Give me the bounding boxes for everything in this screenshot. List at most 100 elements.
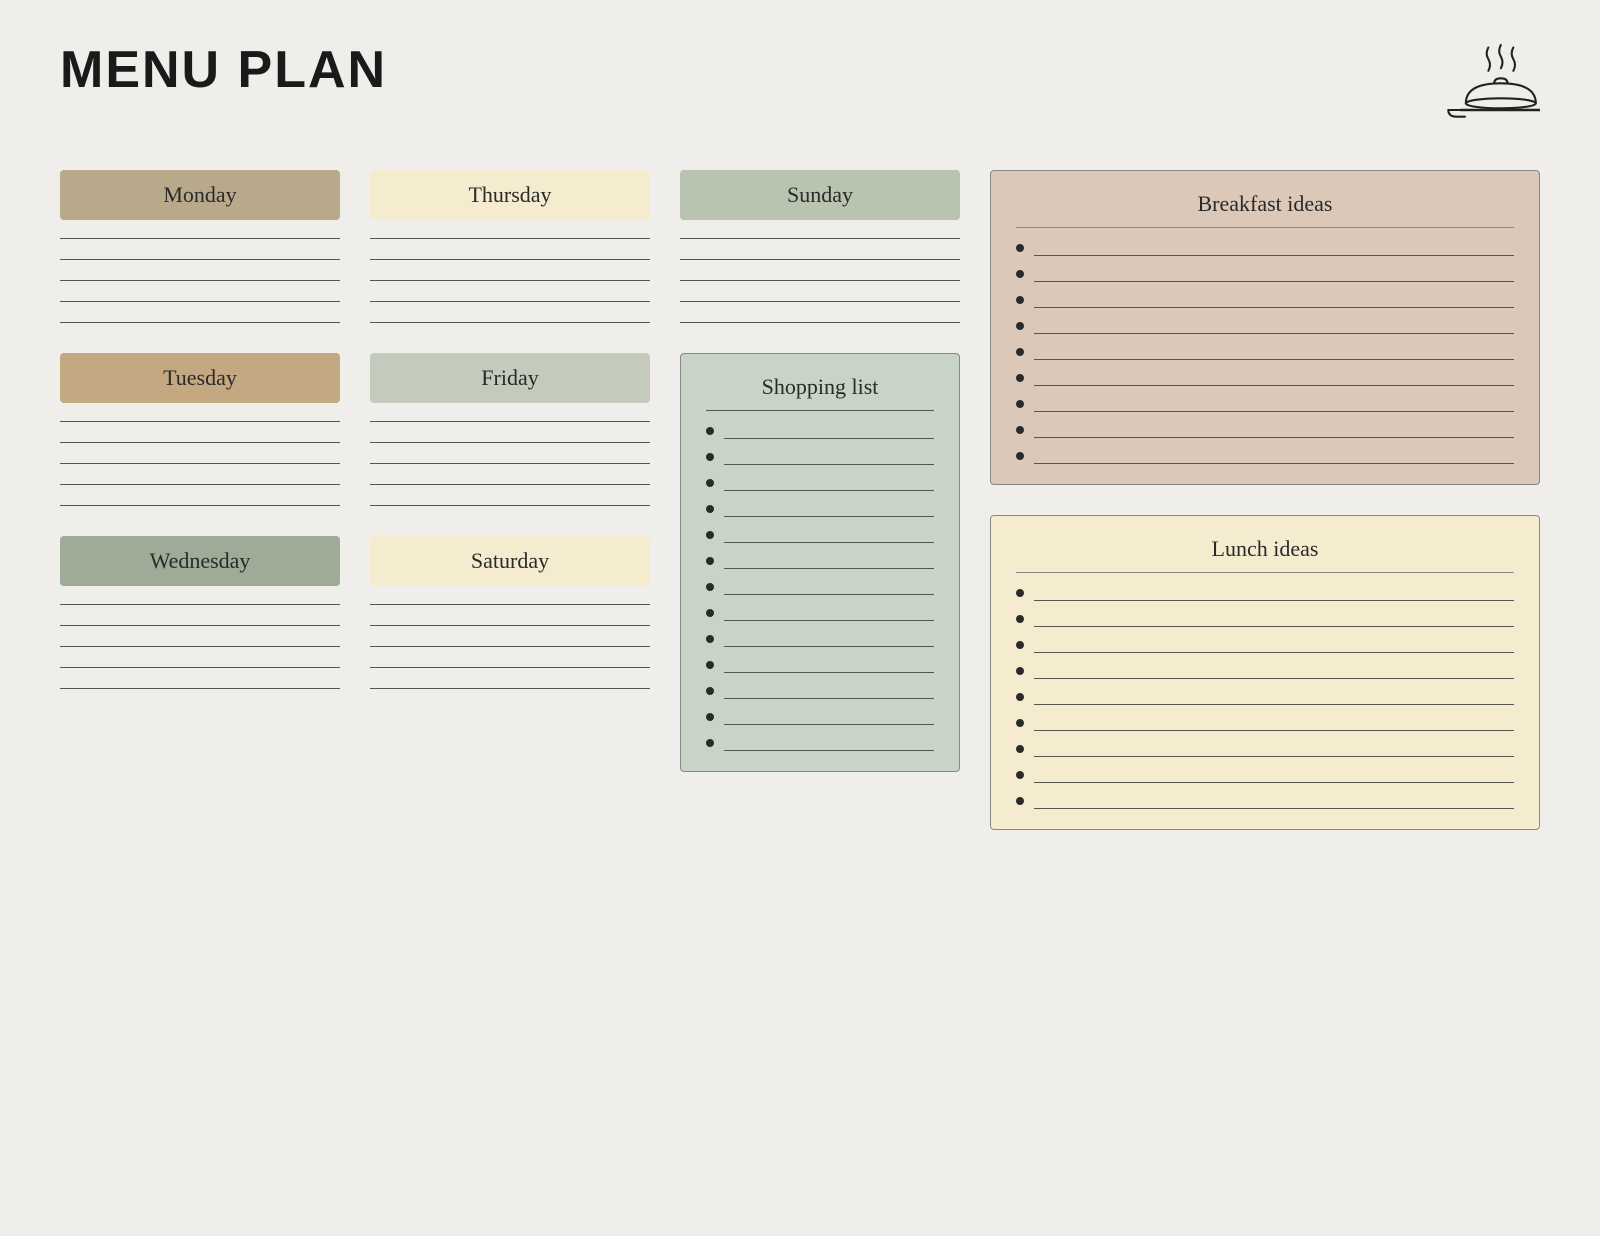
bullet-line bbox=[1034, 385, 1514, 386]
bullet-dot bbox=[706, 453, 714, 461]
bullet-line bbox=[724, 724, 934, 725]
bullet-dot bbox=[706, 479, 714, 487]
bullet-dot bbox=[1016, 641, 1024, 649]
day-line bbox=[60, 280, 340, 281]
tuesday-label: Tuesday bbox=[60, 353, 340, 403]
list-item bbox=[1016, 667, 1514, 679]
sunday-section: Sunday bbox=[680, 170, 960, 323]
list-item bbox=[1016, 797, 1514, 809]
lunch-list bbox=[1016, 589, 1514, 809]
bullet-dot bbox=[1016, 797, 1024, 805]
bullet-dot bbox=[1016, 452, 1024, 460]
bullet-dot bbox=[706, 713, 714, 721]
day-line bbox=[680, 238, 960, 239]
bullet-line bbox=[724, 438, 934, 439]
day-line bbox=[60, 463, 340, 464]
bullet-line bbox=[1034, 730, 1514, 731]
bullet-line bbox=[1034, 281, 1514, 282]
list-item bbox=[1016, 244, 1514, 256]
bullet-line bbox=[724, 568, 934, 569]
bullet-dot bbox=[706, 739, 714, 747]
bullet-dot bbox=[1016, 615, 1024, 623]
bullet-dot bbox=[1016, 745, 1024, 753]
list-item bbox=[706, 505, 934, 517]
day-line bbox=[370, 259, 650, 260]
bullet-line bbox=[724, 542, 934, 543]
bullet-dot bbox=[706, 609, 714, 617]
bullet-line bbox=[1034, 756, 1514, 757]
wednesday-lines bbox=[60, 604, 340, 689]
list-item bbox=[706, 453, 934, 465]
bullet-dot bbox=[1016, 771, 1024, 779]
bullet-line bbox=[1034, 626, 1514, 627]
bullet-line bbox=[1034, 359, 1514, 360]
day-line bbox=[370, 421, 650, 422]
bullet-dot bbox=[1016, 400, 1024, 408]
bullet-line bbox=[724, 698, 934, 699]
bullet-dot bbox=[1016, 244, 1024, 252]
day-line bbox=[370, 667, 650, 668]
lunch-ideas-box: Lunch ideas bbox=[990, 515, 1540, 830]
sunday-label: Sunday bbox=[680, 170, 960, 220]
list-item bbox=[1016, 589, 1514, 601]
list-item bbox=[1016, 745, 1514, 757]
bullet-dot bbox=[706, 635, 714, 643]
list-item bbox=[706, 687, 934, 699]
day-line bbox=[370, 442, 650, 443]
bullet-dot bbox=[1016, 374, 1024, 382]
bullet-line bbox=[1034, 782, 1514, 783]
bullet-line bbox=[1034, 411, 1514, 412]
day-line bbox=[370, 505, 650, 506]
tuesday-section: Tuesday bbox=[60, 353, 340, 506]
friday-section: Friday bbox=[370, 353, 650, 506]
monday-lines bbox=[60, 238, 340, 323]
list-item bbox=[1016, 771, 1514, 783]
list-item bbox=[1016, 400, 1514, 412]
list-item bbox=[706, 427, 934, 439]
list-item bbox=[1016, 452, 1514, 464]
bullet-dot bbox=[1016, 348, 1024, 356]
list-item bbox=[1016, 693, 1514, 705]
list-item bbox=[1016, 719, 1514, 731]
column-2: Thursday Friday Saturday bbox=[370, 170, 650, 719]
day-line bbox=[370, 238, 650, 239]
bullet-dot bbox=[706, 661, 714, 669]
bullet-line bbox=[1034, 678, 1514, 679]
bullet-line bbox=[1034, 652, 1514, 653]
day-line bbox=[370, 280, 650, 281]
bullet-dot bbox=[706, 505, 714, 513]
saturday-label: Saturday bbox=[370, 536, 650, 586]
bullet-dot bbox=[1016, 426, 1024, 434]
day-line bbox=[60, 301, 340, 302]
list-item bbox=[706, 609, 934, 621]
bullet-line bbox=[1034, 307, 1514, 308]
day-line bbox=[370, 463, 650, 464]
bullet-line bbox=[1034, 437, 1514, 438]
friday-label: Friday bbox=[370, 353, 650, 403]
chef-icon bbox=[1440, 40, 1540, 130]
page-title: MENU PLAN bbox=[60, 40, 387, 100]
day-line bbox=[680, 280, 960, 281]
sunday-lines bbox=[680, 238, 960, 323]
day-line bbox=[370, 625, 650, 626]
bullet-line bbox=[724, 516, 934, 517]
day-line bbox=[370, 604, 650, 605]
list-item bbox=[706, 479, 934, 491]
day-line bbox=[60, 322, 340, 323]
bullet-line bbox=[724, 646, 934, 647]
bullet-dot bbox=[706, 557, 714, 565]
bullet-dot bbox=[706, 687, 714, 695]
thursday-label: Thursday bbox=[370, 170, 650, 220]
bullet-dot bbox=[1016, 667, 1024, 675]
bullet-line bbox=[724, 750, 934, 751]
day-line bbox=[60, 238, 340, 239]
bullet-line bbox=[724, 672, 934, 673]
column-3: Sunday Shopping list bbox=[680, 170, 960, 772]
day-line bbox=[370, 322, 650, 323]
day-line bbox=[370, 688, 650, 689]
bullet-dot bbox=[1016, 589, 1024, 597]
bullet-line bbox=[724, 490, 934, 491]
bullet-line bbox=[724, 594, 934, 595]
day-line bbox=[60, 442, 340, 443]
breakfast-ideas-title: Breakfast ideas bbox=[1016, 191, 1514, 228]
